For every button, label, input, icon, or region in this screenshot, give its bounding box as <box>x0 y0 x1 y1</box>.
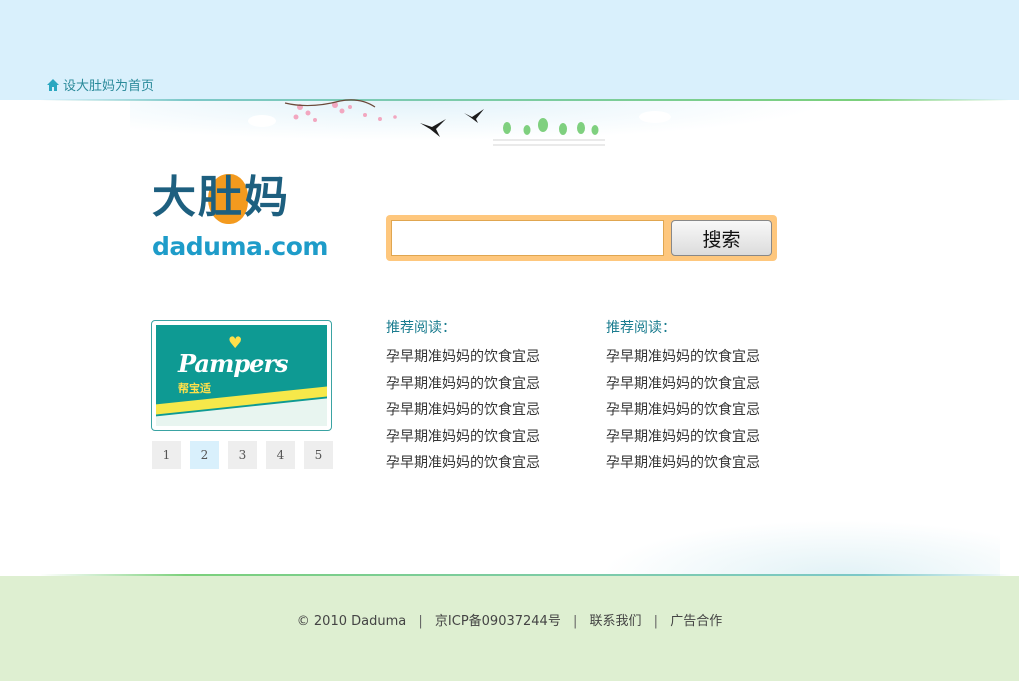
cloud-icon <box>248 111 671 127</box>
icp-link[interactable]: 京ICP备09037244号 <box>435 614 561 629</box>
recommend-link[interactable]: 孕早期准妈妈的饮食宜忌 <box>386 424 586 451</box>
pager-button-4[interactable]: 4 <box>266 441 295 469</box>
contact-link[interactable]: 联系我们 <box>590 614 642 629</box>
tree-icon <box>503 118 599 135</box>
footer-separator: | <box>653 614 659 629</box>
recommend-link[interactable]: 孕早期准妈妈的饮食宜忌 <box>606 424 806 451</box>
ad-brand-cn-text: 帮宝适 <box>178 382 211 395</box>
advertise-link[interactable]: 广告合作 <box>670 614 722 629</box>
recommend-column: 推荐阅读： 孕早期准妈妈的饮食宜忌 孕早期准妈妈的饮食宜忌 孕早期准妈妈的饮食宜… <box>606 318 806 477</box>
recommend-link[interactable]: 孕早期准妈妈的饮食宜忌 <box>606 450 806 477</box>
footer-cloud-decoration <box>600 520 1000 576</box>
recommend-link[interactable]: 孕早期准妈妈的饮食宜忌 <box>386 371 586 398</box>
logo-chinese-text: 大肚妈 <box>152 172 290 223</box>
copyright-text: © 2010 Daduma <box>296 614 407 629</box>
ad-brand-text: Pampers <box>178 349 289 378</box>
set-homepage-link[interactable]: 设大肚妈为首页 <box>46 75 154 94</box>
recommend-link[interactable]: 孕早期准妈妈的饮食宜忌 <box>386 344 586 371</box>
swallow-icon <box>420 109 484 137</box>
recommend-link[interactable]: 孕早期准妈妈的饮食宜忌 <box>606 371 806 398</box>
recommend-column: 推荐阅读： 孕早期准妈妈的饮食宜忌 孕早期准妈妈的饮食宜忌 孕早期准妈妈的饮食宜… <box>386 318 586 477</box>
header-illustration <box>248 99 671 146</box>
footer-separator: | <box>418 614 423 629</box>
logo-domain-text: daduma.com <box>152 232 328 261</box>
pager-button-2[interactable]: 2 <box>190 441 219 469</box>
pager-button-1[interactable]: 1 <box>152 441 181 469</box>
search-input[interactable] <box>391 220 664 256</box>
recommend-title: 推荐阅读： <box>606 320 676 336</box>
ad-image: ♥ Pampers 帮宝适 <box>156 325 327 426</box>
recommend-link[interactable]: 孕早期准妈妈的饮食宜忌 <box>386 397 586 424</box>
ad-banner[interactable]: ♥ Pampers 帮宝适 <box>151 320 332 431</box>
pager-button-3[interactable]: 3 <box>228 441 257 469</box>
set-homepage-label: 设大肚妈为首页 <box>63 79 155 94</box>
footer-separator: | <box>572 614 578 629</box>
recommend-title: 推荐阅读： <box>386 320 456 336</box>
recommend-link[interactable]: 孕早期准妈妈的饮食宜忌 <box>386 450 586 477</box>
fence-icon <box>493 139 605 146</box>
footer-links: © 2010 Daduma | 京ICP备09037244号 | 联系我们 | … <box>0 610 1019 629</box>
ad-pager: 1 2 3 4 5 <box>152 441 333 469</box>
search-bar: 搜索 <box>386 215 777 261</box>
recommend-link[interactable]: 孕早期准妈妈的饮食宜忌 <box>606 344 806 371</box>
site-logo[interactable]: 大肚妈 daduma.com <box>152 172 332 264</box>
recommend-link[interactable]: 孕早期准妈妈的饮食宜忌 <box>606 397 806 424</box>
home-icon <box>47 78 59 91</box>
pager-button-5[interactable]: 5 <box>304 441 333 469</box>
footer: © 2010 Daduma | 京ICP备09037244号 | 联系我们 | … <box>0 576 1019 681</box>
search-button[interactable]: 搜索 <box>671 220 772 256</box>
